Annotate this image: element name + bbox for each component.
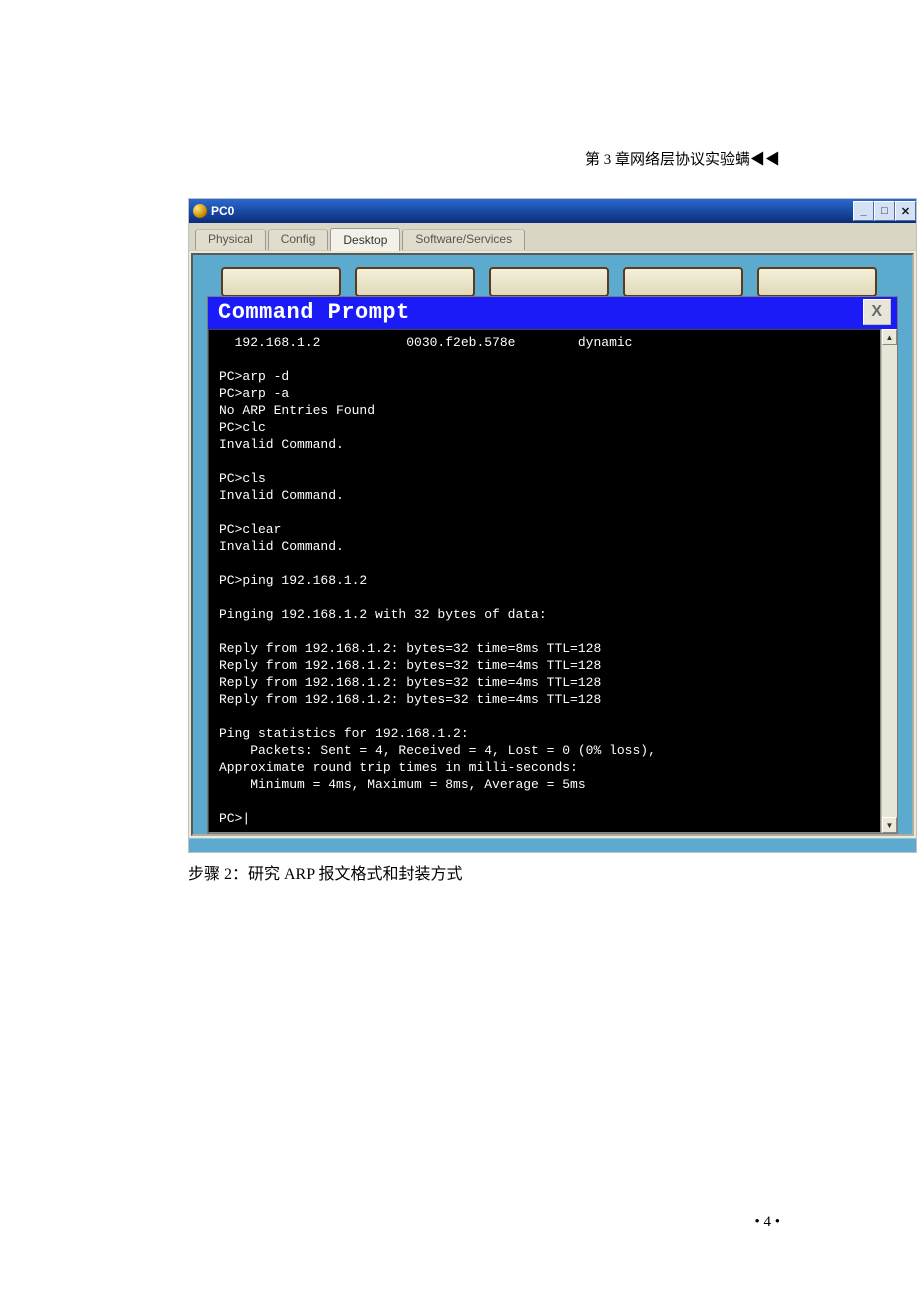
desktop-tile[interactable] — [221, 267, 341, 297]
desktop-tile[interactable] — [757, 267, 877, 297]
scroll-track[interactable] — [882, 345, 897, 817]
terminal-output[interactable]: 192.168.1.2 0030.f2eb.578e dynamic PC>ar… — [208, 329, 881, 833]
chapter-header: 第 3 章网络层协议实验螨◀◀ — [585, 148, 780, 169]
screenshot-figure: PC0 _ □ ✕ Physical Config Desktop Softwa… — [188, 198, 917, 853]
app-icon — [193, 204, 207, 218]
desktop-tile[interactable] — [355, 267, 475, 297]
terminal-scrollbar[interactable]: ▲ ▼ — [881, 329, 897, 833]
scroll-down-button[interactable]: ▼ — [882, 817, 897, 833]
scroll-up-button[interactable]: ▲ — [882, 329, 897, 345]
window-close-button[interactable]: ✕ — [895, 201, 916, 221]
tab-config[interactable]: Config — [268, 229, 329, 250]
minimize-button[interactable]: _ — [853, 201, 874, 221]
terminal-body-wrap: 192.168.1.2 0030.f2eb.578e dynamic PC>ar… — [208, 329, 897, 833]
page-number: • 4 • — [754, 1214, 780, 1231]
command-prompt-window: Command Prompt X 192.168.1.2 0030.f2eb.5… — [207, 296, 898, 834]
desktop-tile[interactable] — [623, 267, 743, 297]
window-titlebar[interactable]: PC0 _ □ ✕ — [189, 199, 916, 223]
figure-caption: 步骤 2：研究 ARP 报文格式和封装方式 — [188, 860, 463, 884]
window-title: PC0 — [211, 204, 853, 218]
desktop-tile[interactable] — [489, 267, 609, 297]
tab-software-services[interactable]: Software/Services — [402, 229, 525, 250]
workarea-bottom-strip — [189, 838, 916, 852]
tab-physical[interactable]: Physical — [195, 229, 266, 250]
maximize-button[interactable]: □ — [874, 201, 895, 221]
tabs-bar: Physical Config Desktop Software/Service… — [189, 223, 916, 251]
pc0-window: PC0 _ □ ✕ Physical Config Desktop Softwa… — [189, 199, 916, 852]
tab-desktop[interactable]: Desktop — [330, 228, 400, 251]
desktop-workarea: Command Prompt X 192.168.1.2 0030.f2eb.5… — [191, 253, 914, 836]
window-controls: _ □ ✕ — [853, 201, 916, 221]
command-prompt-close-button[interactable]: X — [863, 299, 891, 325]
command-prompt-title: Command Prompt — [218, 300, 863, 325]
command-prompt-titlebar[interactable]: Command Prompt X — [208, 297, 897, 329]
